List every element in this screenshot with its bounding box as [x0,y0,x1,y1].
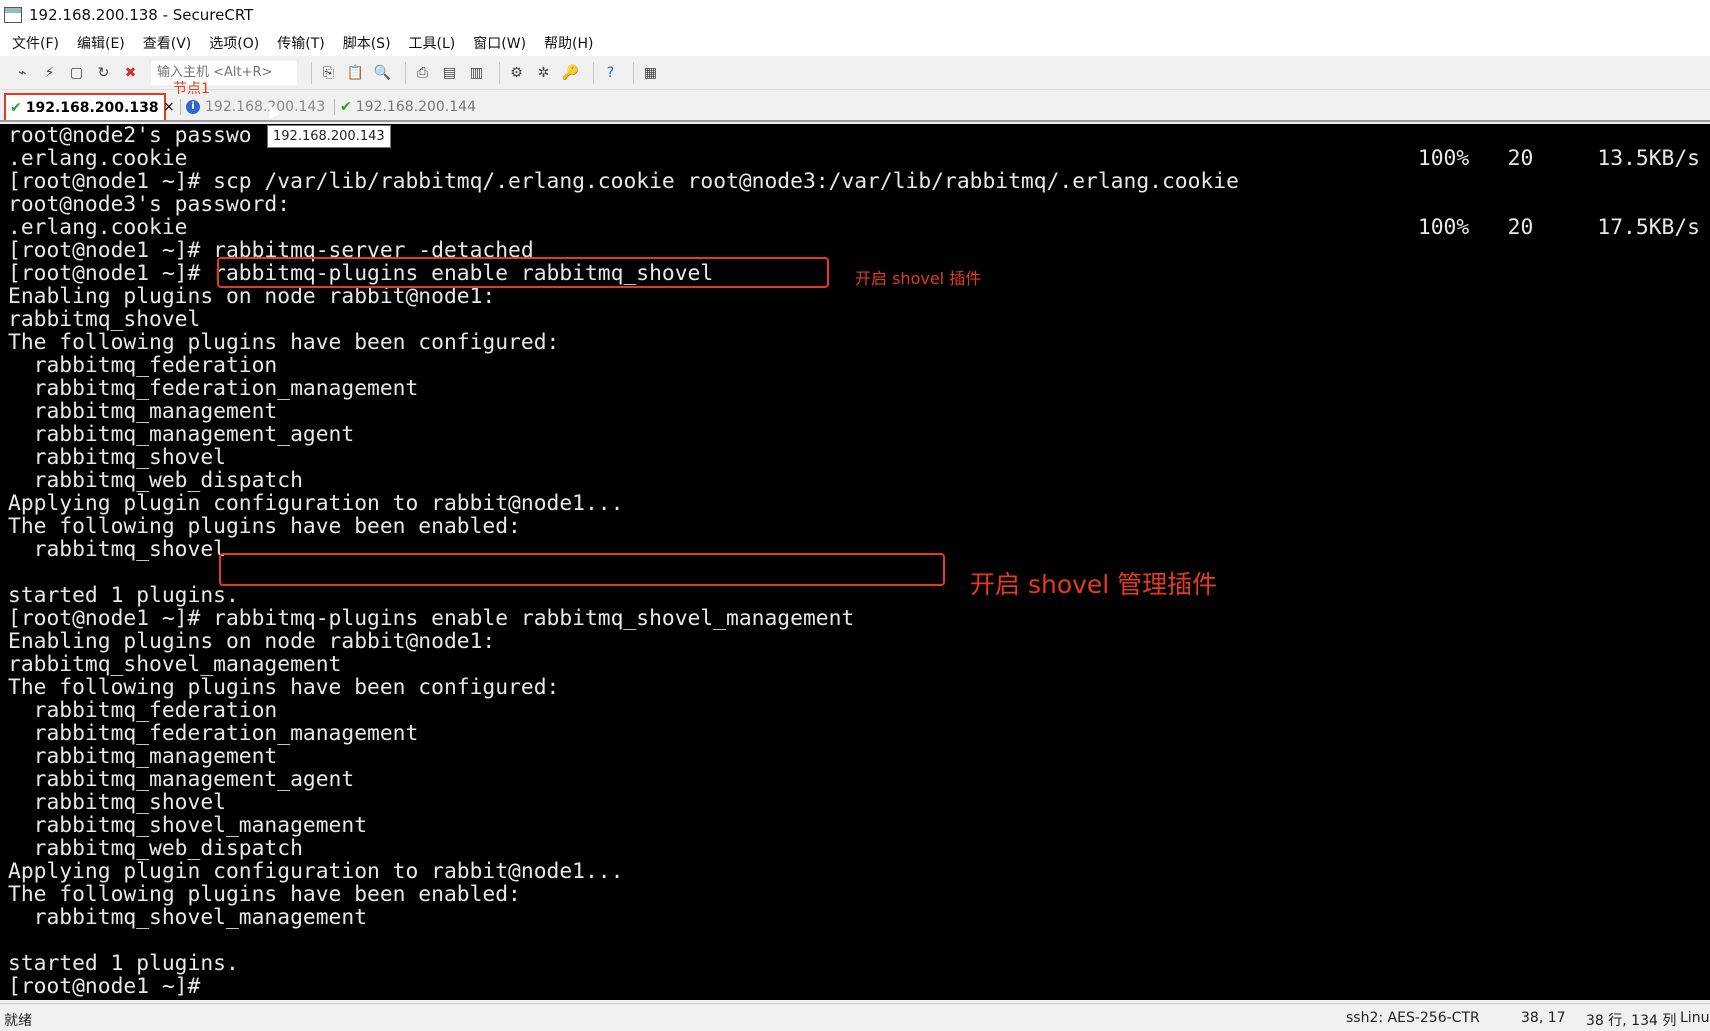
terminal-line: rabbitmq_management_agent [8,767,355,792]
terminal-line: Applying plugin configuration to rabbit@… [8,859,624,884]
terminal-line: root@node2's passwo [8,124,252,148]
terminal-line: rabbitmq_shovel_management [8,813,368,838]
terminal-line: The following plugins have been enabled: [8,514,521,539]
info-status-icon: i [186,99,200,114]
toolbar-separator [405,61,406,84]
terminal-line: [root@node1 ~]# scp /var/lib/rabbitmq/.e… [8,169,1239,194]
connect-in-tab-icon[interactable]: ▢ [66,62,87,83]
global-options-icon[interactable]: ✲ [533,62,554,83]
terminal-line: The following plugins have been enabled: [8,882,521,907]
terminal-line: rabbitmq_management [8,744,278,769]
terminal-line: .erlang.cookie [8,215,188,240]
terminal-line: Enabling plugins on node rabbit@node1: [8,284,496,309]
toolbar-separator [593,61,594,84]
menu-transfer[interactable]: 传输(T) [275,31,326,55]
terminal-screen[interactable]: root@node2's passwo .erlang.cookie [root… [0,124,1710,1000]
tab-separator [334,99,335,115]
terminal-line: Applying plugin configuration to rabbit@… [8,491,624,516]
terminal-line: The following plugins have been configur… [8,330,560,355]
tab-separator [180,99,181,115]
shovel-command-highlight [217,257,829,288]
menu-help[interactable]: 帮助(H) [542,31,595,55]
status-bar: 就绪 ssh2: AES-256-CTR 38, 17 38 行, 134 列 … [0,1003,1710,1031]
terminal-line: rabbitmq_shovel [8,445,226,470]
disconnect-icon[interactable]: ✖ [120,62,141,83]
shovel-management-command-highlight [219,553,945,586]
reconnect-icon[interactable]: ↻ [93,62,114,83]
terminal-line: [root@node1 ~]# rabbitmq-plugins enable … [8,606,855,631]
transfer-progress: 100% 20 17.5KB/s [1417,215,1700,240]
quick-connect-icon[interactable]: ⚡ [39,62,60,83]
terminal-line: The following plugins have been configur… [8,675,560,700]
terminal-line: rabbitmq_web_dispatch [8,468,303,493]
terminal-line: started 1 plugins. [8,951,239,976]
title-bar: 192.168.200.138 - SecureCRT [0,0,1710,29]
menu-bar: 文件(F) 编辑(E) 查看(V) 选项(O) 传输(T) 脚本(S) 工具(L… [0,29,1710,56]
paste-icon[interactable]: 📋 [345,62,366,83]
tab-session-144[interactable]: ✔ 192.168.200.144 [340,93,476,120]
map-icon[interactable]: ▦ [640,62,661,83]
terminal-line: rabbitmq_shovel_management [8,905,368,930]
tab-tooltip: 192.168.200.143 [267,125,391,148]
terminal-line: [root@node1 ~]# [8,974,214,999]
copy-icon[interactable]: ⎘ [318,62,339,83]
print-selection-icon[interactable]: ▤ [439,62,460,83]
status-terminal-size: 38 行, 134 列 [1586,1013,1677,1029]
status-cipher: ssh2: AES-256-CTR [1346,1010,1480,1026]
help-icon[interactable]: ? [600,62,621,83]
menu-view[interactable]: 查看(V) [141,31,194,55]
terminal-line: rabbitmq_management_agent [8,422,355,447]
terminal-line: rabbitmq_management [8,399,278,424]
connect-icon[interactable]: ⌁ [12,62,33,83]
terminal-line: rabbitmq_federation_management [8,376,419,401]
menu-options[interactable]: 选项(O) [207,31,261,55]
printer-setup-icon[interactable]: ▥ [466,62,487,83]
securecrt-app-icon[interactable] [4,6,22,23]
window-title: 192.168.200.138 - SecureCRT [29,5,254,24]
tab-close-icon[interactable]: × [163,99,175,115]
terminal-line: rabbitmq_federation_management [8,721,419,746]
transfer-progress: 100% 20 13.5KB/s [1417,146,1700,171]
terminal-line: root@node3's password: [8,192,291,217]
menu-tools[interactable]: 工具(L) [407,31,458,55]
terminal-line: rabbitmq_federation [8,698,278,723]
toolbar: ⌁ ⚡ ▢ ↻ ✖ ⎘ 📋 🔍 ⎙ ▤ ▥ ⚙ ✲ 🔑 ? ▦ [0,56,1710,90]
terminal-line: rabbitmq_web_dispatch [8,836,303,861]
shovel-management-annotation: 开启 shovel 管理插件 [970,570,1218,599]
toolbar-separator [311,61,312,84]
tab-session-138[interactable]: ✔ 192.168.200.138 [4,93,166,120]
status-ready: 就绪 [4,1013,32,1029]
terminal-line: rabbitmq_shovel [8,790,226,815]
connected-check-icon: ✔ [340,98,352,115]
connected-check-icon: ✔ [10,99,22,116]
terminal-line: Enabling plugins on node rabbit@node1: [8,629,496,654]
shovel-annotation: 开启 shovel 插件 [855,269,982,288]
tab-label: 192.168.200.138 [25,99,159,116]
print-icon[interactable]: ⎙ [412,62,433,83]
menu-window[interactable]: 窗口(W) [471,31,528,55]
toolbar-separator [633,61,634,84]
terminal-line: rabbitmq_shovel [8,307,201,332]
find-icon[interactable]: 🔍 [372,62,393,83]
terminal-line: .erlang.cookie [8,146,188,171]
menu-script[interactable]: 脚本(S) [341,31,393,55]
menu-edit[interactable]: 编辑(E) [75,31,127,55]
tab-label: 192.168.200.144 [355,98,476,115]
toolbar-separator [499,61,500,84]
status-cursor-position: 38, 17 [1521,1010,1566,1026]
menu-file[interactable]: 文件(F) [10,31,61,55]
node-annotation: 节点1 [173,81,210,97]
session-tab-bar: ✔ 192.168.200.138 × i 192.168.200.143 ✔ … [0,90,1710,122]
keymap-icon[interactable]: 🔑 [560,62,581,83]
status-os: Linu [1680,1010,1710,1026]
terminal-line: rabbitmq_shovel_management [8,652,342,677]
session-options-icon[interactable]: ⚙ [506,62,527,83]
terminal-line: rabbitmq_federation [8,353,278,378]
